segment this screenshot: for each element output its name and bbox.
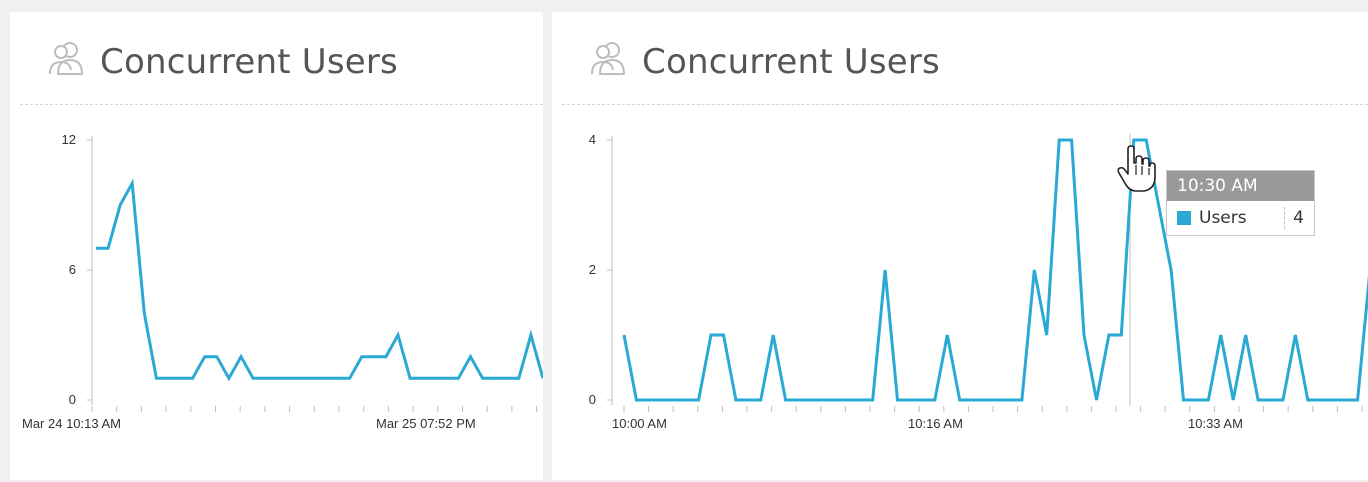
tooltip-row: Users 4 — [1167, 201, 1314, 235]
y-tick-label: 6 — [69, 262, 76, 277]
chart-tooltip: 10:30 AM Users 4 — [1166, 170, 1315, 236]
chart-panel-left: Concurrent Users 0 6 12 Mar 24 10:13 AM Mar … — [10, 12, 543, 480]
y-tick-label: 0 — [589, 392, 596, 407]
chart-panel-right: Concurrent Users 0 2 4 10:00 AM 10:16 AM 10:3… — [552, 12, 1368, 480]
concurrent-users-chart-left: 0 6 12 Mar 24 10:13 AM Mar 25 07:52 PM — [22, 132, 543, 431]
concurrent-users-chart-right[interactable]: 0 2 4 10:00 AM 10:16 AM 10:33 AM — [552, 12, 1368, 480]
tooltip-value: 4 — [1293, 208, 1304, 228]
y-tick-label: 2 — [589, 262, 596, 277]
tooltip-separator — [1284, 207, 1286, 229]
x-tick-label: 10:00 AM — [612, 416, 667, 431]
x-tick-label: 10:33 AM — [1188, 416, 1243, 431]
tooltip-series-name: Users — [1199, 208, 1247, 228]
x-tick-label: 10:16 AM — [908, 416, 963, 431]
series-swatch — [1177, 211, 1191, 225]
y-tick-label: 0 — [69, 392, 76, 407]
y-tick-label: 4 — [589, 132, 596, 147]
hand-cursor-icon — [1117, 145, 1156, 192]
series-line-users — [96, 178, 543, 382]
tooltip-time: 10:30 AM — [1167, 171, 1314, 201]
x-tick-label: Mar 24 10:13 AM — [22, 416, 121, 431]
y-tick-label: 12 — [62, 132, 76, 147]
x-tick-label: Mar 25 07:52 PM — [376, 416, 476, 431]
